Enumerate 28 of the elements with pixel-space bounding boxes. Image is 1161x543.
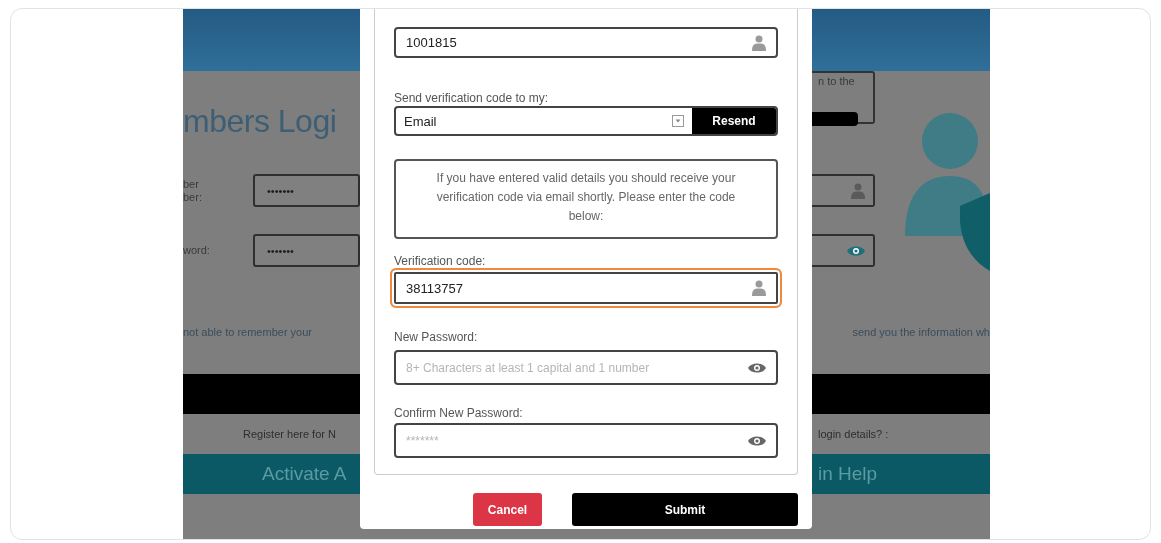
field-label: Send verification code to my: — [394, 91, 550, 105]
input-field[interactable]: ******* — [394, 423, 778, 458]
input-field[interactable] — [812, 174, 875, 207]
submit-button[interactable]: Submit — [572, 493, 798, 526]
input-field[interactable]: ••••••• — [253, 234, 360, 267]
field-label: Confirm New Password: — [394, 406, 524, 420]
eye-icon[interactable] — [748, 361, 766, 374]
field-label: ber ber: — [183, 177, 203, 204]
eye-icon[interactable] — [748, 434, 766, 447]
user-icon — [752, 280, 766, 296]
input-field[interactable]: 1001815 — [394, 27, 778, 58]
cancel-button[interactable]: Cancel — [473, 493, 542, 526]
input-field[interactable]: 8+ Characters at least 1 capital and 1 number — [394, 350, 778, 385]
notice-text: send you the information wh — [852, 326, 990, 338]
field-label: Verification code: — [394, 254, 487, 268]
login-help-text: login details? : — [818, 428, 890, 440]
info-message: If you have entered valid details you should receive your verification code via email shortly. Please enter the code below: — [394, 159, 778, 239]
field-label: New Password: — [394, 330, 479, 344]
user-icon — [851, 182, 865, 199]
user-icon — [752, 34, 766, 51]
field-label: word: — [183, 244, 211, 257]
input-field[interactable]: ••••••• — [253, 174, 360, 207]
input-field[interactable]: 38113757 — [390, 268, 782, 308]
page-heading: mbers Logi — [183, 103, 338, 140]
input-field[interactable] — [812, 234, 875, 267]
notice-text: not able to remember your — [183, 326, 312, 338]
eye-icon[interactable] — [847, 244, 865, 257]
register-text: Register here for N — [243, 428, 336, 440]
